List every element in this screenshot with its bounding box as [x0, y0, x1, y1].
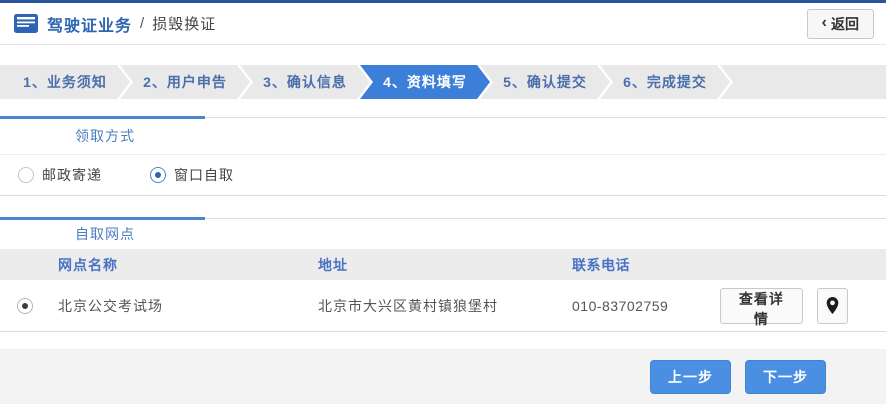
step-progress-bar: 1、业务须知 2、用户申告 3、确认信息 4、资料填写 5、确认提交 6、完成提… — [0, 65, 886, 99]
location-table-row[interactable]: 北京公交考试场 北京市大兴区黄村镇狼堡村 010-83702759 查看详情 — [0, 280, 886, 332]
step-bar-filler — [720, 65, 886, 99]
pickup-method-options: 邮政寄递 窗口自取 — [0, 155, 886, 196]
step-1-business-notice[interactable]: 1、业务须知 — [0, 65, 130, 99]
step-2-user-declaration[interactable]: 2、用户申告 — [120, 65, 250, 99]
pickup-locations-section-head: 自取网点 — [0, 217, 886, 250]
service-subpage-title: 损毁换证 — [152, 16, 217, 33]
view-details-button[interactable]: 查看详情 — [720, 287, 803, 327]
location-address-cell: 北京市大兴区黄村镇狼堡村 — [318, 297, 498, 314]
radio-option-label: 窗口自取 — [174, 167, 234, 183]
pickup-method-section: 领取方式 邮政寄递 窗口自取 — [0, 116, 886, 196]
back-chevron-icon: ‹ — [821, 13, 827, 31]
service-category-title: 驾驶证业务 — [47, 17, 133, 35]
back-button[interactable]: ‹ 返回 — [806, 8, 874, 39]
step-5-confirm-submit[interactable]: 5、确认提交 — [480, 65, 610, 99]
radio-option-window-pickup[interactable]: 窗口自取 — [150, 165, 234, 185]
wizard-footer: 上一步 下一步 — [0, 349, 886, 404]
pickup-method-section-head: 领取方式 — [0, 116, 886, 155]
row-radio-checked-icon[interactable] — [17, 297, 33, 314]
step-3-confirm-info[interactable]: 3、确认信息 — [240, 65, 370, 99]
pickup-locations-section: 自取网点 网点名称 地址 联系电话 北京公交考试场 北京市大兴区黄村镇狼堡村 0… — [0, 217, 886, 332]
location-pin-icon — [826, 297, 839, 314]
column-header-phone: 联系电话 — [572, 257, 630, 273]
step-6-complete-submit[interactable]: 6、完成提交 — [600, 65, 730, 99]
pickup-method-section-title: 领取方式 — [75, 128, 135, 144]
radio-unchecked-icon[interactable] — [18, 167, 34, 183]
next-step-button[interactable]: 下一步 — [745, 359, 826, 394]
back-button-label: 返回 — [831, 15, 859, 32]
step-4-fill-info-active[interactable]: 4、资料填写 — [360, 65, 490, 99]
pickup-locations-section-title: 自取网点 — [75, 226, 135, 242]
location-phone-cell: 010-83702759 — [572, 297, 669, 314]
location-name-cell: 北京公交考试场 — [58, 297, 163, 314]
license-card-icon — [14, 14, 38, 33]
radio-option-postal-delivery[interactable]: 邮政寄递 — [18, 165, 102, 185]
page-header: 驾驶证业务 / 损毁换证 ‹ 返回 — [0, 3, 886, 45]
radio-checked-icon[interactable] — [150, 167, 166, 183]
previous-step-button[interactable]: 上一步 — [650, 359, 731, 394]
locations-table-header: 网点名称 地址 联系电话 — [0, 250, 886, 280]
breadcrumb-separator: / — [140, 15, 145, 32]
map-location-button[interactable] — [816, 287, 848, 324]
column-header-name: 网点名称 — [58, 257, 118, 273]
column-header-address: 地址 — [318, 257, 348, 273]
radio-option-label: 邮政寄递 — [42, 167, 102, 183]
